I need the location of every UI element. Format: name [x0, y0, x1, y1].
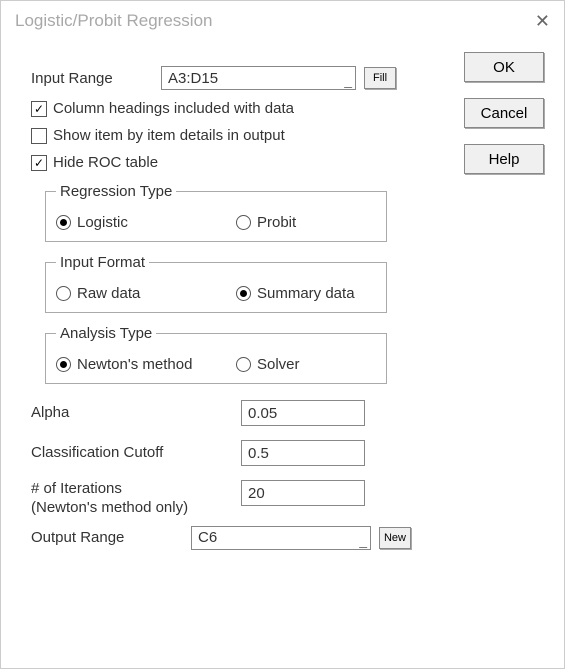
title-bar: Logistic/Probit Regression ✕: [1, 1, 564, 41]
input-range-wrap: _: [161, 66, 356, 90]
logistic-label: Logistic: [77, 214, 128, 231]
analysis-type-group: Analysis Type Newton's method Solver: [45, 325, 387, 384]
logistic-radio[interactable]: [56, 215, 71, 230]
summary-data-radio-wrap[interactable]: Summary data: [236, 285, 376, 302]
logistic-radio-wrap[interactable]: Logistic: [56, 214, 196, 231]
regression-type-group: Regression Type Logistic Probit: [45, 183, 387, 242]
raw-data-label: Raw data: [77, 285, 140, 302]
probit-radio[interactable]: [236, 215, 251, 230]
cutoff-field[interactable]: [241, 440, 365, 466]
details-label: Show item by item details in output: [53, 127, 285, 144]
range-picker-icon[interactable]: _: [344, 74, 352, 88]
summary-data-radio[interactable]: [236, 286, 251, 301]
solver-radio[interactable]: [236, 357, 251, 372]
output-range-picker-icon[interactable]: _: [359, 534, 367, 548]
solver-label: Solver: [257, 356, 300, 373]
dialog-window: Logistic/Probit Regression ✕ OK Cancel H…: [0, 0, 565, 669]
dialog-body: OK Cancel Help Input Range _ Fill ✓ Colu…: [1, 46, 564, 658]
alpha-row: Alpha: [31, 400, 536, 426]
input-range-label: Input Range: [31, 70, 161, 87]
newton-radio-wrap[interactable]: Newton's method: [56, 356, 196, 373]
probit-label: Probit: [257, 214, 296, 231]
input-range-field[interactable]: [161, 66, 356, 90]
iterations-label: # of Iterations (Newton's method only): [31, 480, 241, 518]
close-icon[interactable]: ✕: [520, 11, 550, 32]
input-format-legend: Input Format: [56, 254, 149, 271]
side-button-column: OK Cancel Help: [464, 52, 544, 174]
cutoff-label: Classification Cutoff: [31, 444, 241, 463]
summary-data-label: Summary data: [257, 285, 355, 302]
regression-type-legend: Regression Type: [56, 183, 176, 200]
raw-data-radio-wrap[interactable]: Raw data: [56, 285, 196, 302]
headings-checkbox[interactable]: ✓: [31, 101, 47, 117]
iterations-row: # of Iterations (Newton's method only): [31, 480, 536, 518]
alpha-label: Alpha: [31, 404, 241, 423]
alpha-field[interactable]: [241, 400, 365, 426]
solver-radio-wrap[interactable]: Solver: [236, 356, 376, 373]
hide-roc-label: Hide ROC table: [53, 154, 158, 171]
details-checkbox[interactable]: [31, 128, 47, 144]
headings-label: Column headings included with data: [53, 100, 294, 117]
iterations-field[interactable]: [241, 480, 365, 506]
ok-button[interactable]: OK: [464, 52, 544, 82]
dialog-title: Logistic/Probit Regression: [15, 11, 212, 31]
output-range-row: Output Range _ New: [31, 526, 544, 550]
cancel-button[interactable]: Cancel: [464, 98, 544, 128]
newton-radio[interactable]: [56, 357, 71, 372]
cutoff-row: Classification Cutoff: [31, 440, 536, 466]
output-range-field[interactable]: [191, 526, 371, 550]
raw-data-radio[interactable]: [56, 286, 71, 301]
hide-roc-checkbox[interactable]: ✓: [31, 155, 47, 171]
input-format-group: Input Format Raw data Summary data: [45, 254, 387, 313]
newton-label: Newton's method: [77, 356, 192, 373]
output-range-label: Output Range: [31, 529, 191, 546]
help-button[interactable]: Help: [464, 144, 544, 174]
fill-button[interactable]: Fill: [364, 67, 396, 89]
new-button[interactable]: New: [379, 527, 411, 549]
analysis-type-legend: Analysis Type: [56, 325, 156, 342]
probit-radio-wrap[interactable]: Probit: [236, 214, 376, 231]
output-range-wrap: _: [191, 526, 371, 550]
